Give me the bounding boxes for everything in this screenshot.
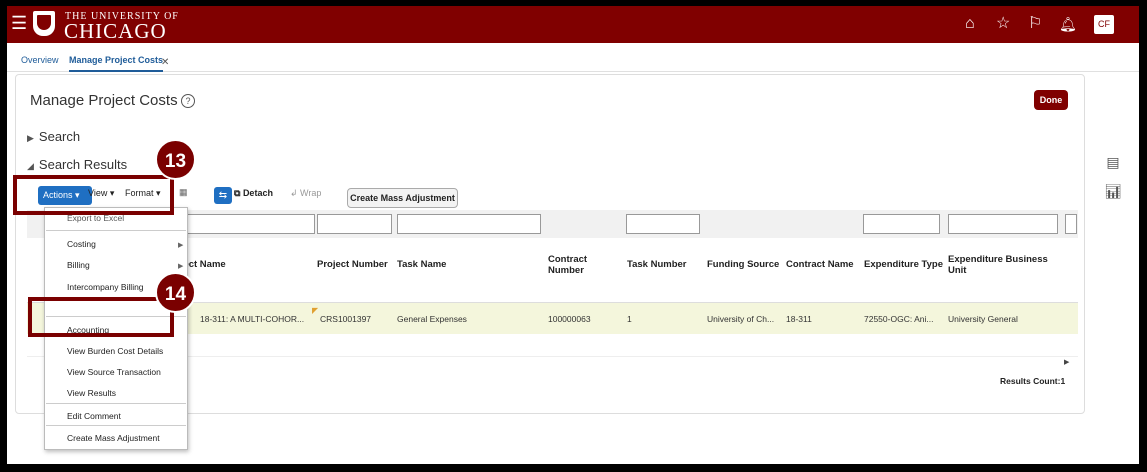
bell-icon[interactable]: 🔔︎ xyxy=(1059,15,1077,33)
user-avatar[interactable]: CF xyxy=(1094,15,1114,34)
col-expenditure-bu[interactable]: Expenditure Business Unit xyxy=(948,254,1058,276)
freeze-icon[interactable]: ▦ xyxy=(179,187,188,198)
tab-bar: Overview Manage Project Costs ✕ xyxy=(7,50,1139,72)
university-name-line2: CHICAGO xyxy=(64,19,167,43)
filter-project-number[interactable] xyxy=(317,214,392,234)
page-title: Manage Project Costs xyxy=(30,92,178,109)
tab-overview[interactable]: Overview xyxy=(21,55,59,65)
callout-box-actions xyxy=(13,175,174,215)
menu-icon[interactable]: ☰ xyxy=(11,14,27,32)
tab-manage-project-costs[interactable]: Manage Project Costs xyxy=(69,55,164,72)
university-crest-logo xyxy=(33,11,55,36)
star-icon[interactable]: ☆ xyxy=(996,15,1010,33)
expand-triangle-icon: ▶ xyxy=(27,133,34,143)
cell-project-name: 18-311: A MULTI-COHOR... xyxy=(200,314,305,324)
wrap-label: Wrap xyxy=(300,188,322,198)
menu-item-view-source-transaction[interactable]: View Source Transaction xyxy=(67,367,161,377)
col-task-name[interactable]: Task Name xyxy=(397,259,446,270)
filter-expenditure-bu[interactable] xyxy=(948,214,1058,234)
step-14-badge: 14 xyxy=(155,272,196,313)
menu-item-intercompany-billing[interactable]: Intercompany Billing xyxy=(67,282,144,292)
step-13-badge: 13 xyxy=(155,139,196,180)
bar-chart-icon[interactable]: 📊︎ xyxy=(1101,183,1125,207)
close-tab-icon[interactable]: ✕ xyxy=(161,57,169,68)
menu-item-view-burden-cost-details[interactable]: View Burden Cost Details xyxy=(67,346,163,356)
filter-expenditure-type[interactable] xyxy=(863,214,940,234)
menu-item-costing[interactable]: Costing xyxy=(67,239,96,249)
search-section-toggle[interactable]: ▶ Search xyxy=(27,129,80,144)
search-label: Search xyxy=(38,129,81,144)
app-window: ☰ THE UNIVERSITY OF CHICAGO ⌂ ☆ ⚐ 🔔︎ CF … xyxy=(7,6,1139,464)
flag-icon[interactable]: ⚐ xyxy=(1028,15,1042,33)
menu-divider xyxy=(46,230,186,231)
edit-columns-icon[interactable]: ⇆ xyxy=(214,187,232,204)
create-mass-adjustment-button[interactable]: Create Mass Adjustment xyxy=(347,188,458,208)
search-results-label: Search Results xyxy=(38,157,128,172)
cell-expenditure-bu: University General xyxy=(948,314,1018,324)
help-icon[interactable]: ? xyxy=(181,94,195,108)
col-project-number[interactable]: Project Number xyxy=(317,259,388,270)
menu-divider xyxy=(46,403,186,404)
menu-item-create-mass-adjustment[interactable]: Create Mass Adjustment xyxy=(67,433,160,443)
col-expenditure-type[interactable]: Expenditure Type xyxy=(864,259,943,270)
filter-task-number[interactable] xyxy=(626,214,700,234)
home-icon[interactable]: ⌂ xyxy=(965,15,975,33)
callout-box-accounting xyxy=(28,297,174,337)
menu-item-edit-comment[interactable]: Edit Comment xyxy=(67,411,121,421)
cell-contract-name: 18-311 xyxy=(786,314,812,324)
detach-label: Detach xyxy=(242,188,273,198)
detach-button[interactable]: ⧉ Detach xyxy=(234,188,273,199)
col-task-number[interactable]: Task Number xyxy=(627,259,686,270)
scroll-right-icon[interactable]: ▶ xyxy=(1064,358,1069,366)
submenu-chevron-icon: ▶ xyxy=(178,242,184,249)
wrap-button[interactable]: ↲ Wrap xyxy=(290,188,321,199)
document-icon[interactable]: ▤ xyxy=(1101,154,1125,178)
results-count: Results Count:1 xyxy=(1000,376,1066,386)
collapse-triangle-icon: ◢ xyxy=(27,161,34,171)
filter-task-name[interactable] xyxy=(397,214,541,234)
col-funding-source[interactable]: Funding Source xyxy=(707,259,779,270)
menu-item-view-results[interactable]: View Results xyxy=(67,388,116,398)
done-button[interactable]: Done xyxy=(1034,90,1068,110)
cell-task-number: 1 xyxy=(627,314,632,324)
menu-divider xyxy=(46,425,186,426)
search-results-section[interactable]: ◢ Search Results xyxy=(27,157,127,172)
filter-project-name[interactable] xyxy=(187,214,315,234)
top-bar: ☰ THE UNIVERSITY OF CHICAGO ⌂ ☆ ⚐ 🔔︎ CF xyxy=(7,6,1139,43)
col-contract-number[interactable]: Contract Number xyxy=(548,254,608,276)
cell-contract-number: 100000063 xyxy=(548,314,591,324)
col-contract-name[interactable]: Contract Name xyxy=(786,259,854,270)
cell-funding-source: University of Ch... xyxy=(707,314,775,324)
cell-task-name: General Expenses xyxy=(397,314,467,324)
filter-next-column[interactable] xyxy=(1065,214,1077,234)
menu-item-billing[interactable]: Billing xyxy=(67,260,90,270)
changed-marker-icon: ◤ xyxy=(312,306,319,315)
cell-project-number: CRS1001397 xyxy=(320,314,372,324)
cell-expenditure-type: 72550-OGC: Ani... xyxy=(864,314,934,324)
submenu-chevron-icon: ▶ xyxy=(178,263,184,270)
